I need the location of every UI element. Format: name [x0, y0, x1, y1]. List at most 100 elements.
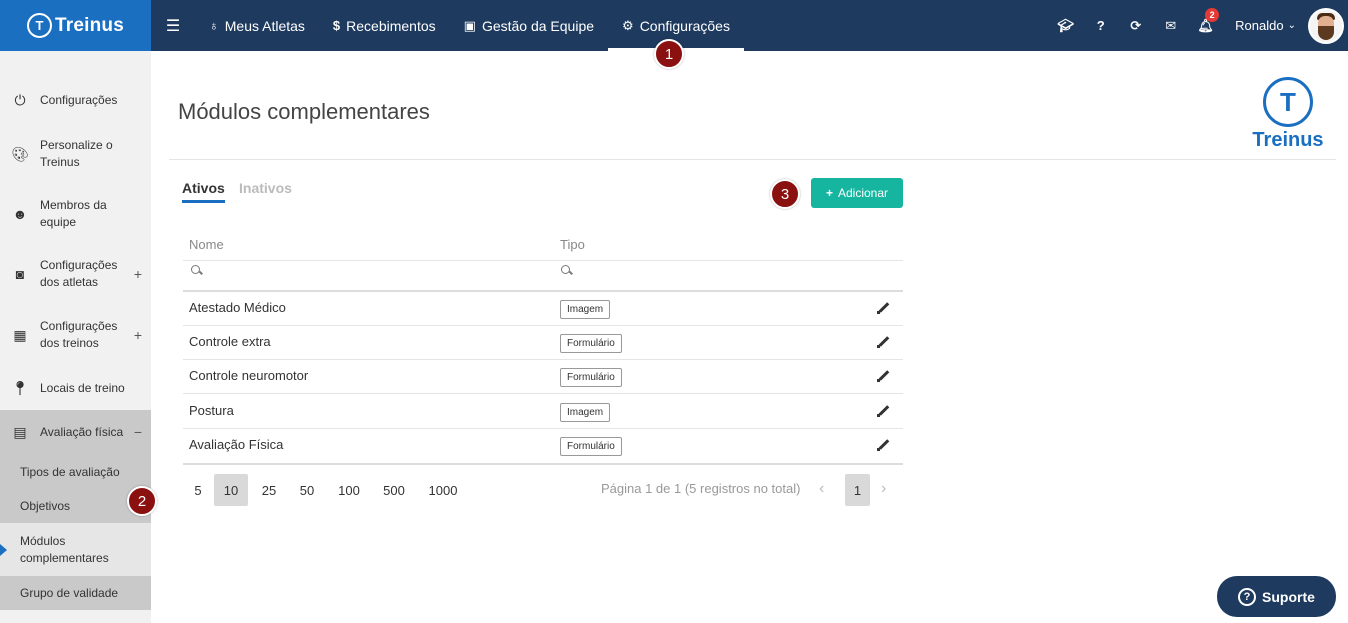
page-size-option[interactable]: 500: [378, 474, 410, 506]
sidebar-item-label: Configurações dos atletas: [40, 258, 118, 289]
sidebar-item-personalize[interactable]: 🎨︎ Personalize o Treinus: [0, 136, 151, 172]
athlete-badge-icon: ◙: [15, 265, 25, 282]
table-row: Postura Imagem: [183, 395, 903, 429]
nav-recebimentos[interactable]: $ Recebimentos: [319, 0, 450, 51]
table-footer-divider: [183, 463, 903, 465]
tab-inativos[interactable]: Inativos: [239, 180, 292, 196]
sidebar-item-membros[interactable]: ☻ Membros da equipe: [0, 196, 151, 232]
bell-icon[interactable]: 🔔︎ 2: [1188, 0, 1223, 51]
page-size-option-selected[interactable]: 10: [214, 474, 248, 506]
sidebar-item-config-treinos[interactable]: ▦ Configurações dos treinos +: [0, 317, 151, 353]
table-row: Atestado Médico Imagem: [183, 292, 903, 326]
edit-pencil-icon[interactable]: [875, 368, 891, 384]
help-circle-icon: ?: [1238, 587, 1257, 606]
column-header-nome[interactable]: Nome: [189, 237, 224, 252]
page-size-option[interactable]: 100: [333, 474, 365, 506]
power-icon: ⏻: [14, 91, 26, 108]
avatar[interactable]: [1308, 7, 1344, 44]
expand-plus-icon[interactable]: +: [134, 327, 142, 344]
mail-icon[interactable]: ✉: [1153, 0, 1188, 51]
column-header-tipo[interactable]: Tipo: [560, 237, 585, 252]
chevron-right-icon[interactable]: ›: [881, 480, 886, 498]
cell-nome: Atestado Médico: [189, 300, 286, 315]
team-icon: ☻: [12, 205, 28, 222]
sidebar-subitem-modulos[interactable]: Módulos complementares: [0, 523, 151, 576]
type-badge: Imagem: [560, 403, 611, 422]
treinus-logo-icon: T: [1263, 77, 1313, 127]
sidebar-subitem-label: Módulos complementares: [20, 533, 109, 565]
menu-toggle-icon[interactable]: ☰: [151, 0, 195, 51]
tab-ativos[interactable]: Ativos: [182, 180, 225, 203]
type-badge: Formulário: [560, 437, 622, 456]
chevron-down-icon[interactable]: ⌄: [1288, 20, 1296, 31]
add-button-label: Adicionar: [837, 186, 889, 200]
sidebar-item-avaliacao[interactable]: ▤ Avaliação física −: [0, 410, 151, 455]
step-marker-1: 1: [654, 39, 684, 69]
sidebar-item-locais[interactable]: 📍︎ Locais de treino: [0, 371, 151, 405]
pagination-info: Página 1 de 1 (5 registros no total): [601, 481, 801, 496]
dollar-icon: $: [332, 18, 341, 33]
id-card-icon: ▣: [463, 17, 476, 33]
sync-icon[interactable]: ⟳: [1118, 0, 1153, 51]
help-icon[interactable]: ?: [1083, 0, 1118, 51]
treinus-logo: T Treinus: [1247, 77, 1329, 153]
graduation-cap-icon[interactable]: 🎓︎: [1048, 0, 1083, 51]
divider: [169, 159, 1336, 160]
sidebar-subitem-grupo[interactable]: Grupo de validade: [0, 576, 151, 610]
cell-nome: Controle extra: [189, 334, 271, 349]
chevron-left-icon[interactable]: ‹: [819, 480, 824, 498]
cell-nome: Postura: [189, 403, 234, 418]
sidebar-subitem-label: Tipos de avaliação: [20, 464, 120, 479]
search-icon[interactable]: [561, 265, 573, 277]
table-row: Controle extra Formulário: [183, 326, 903, 360]
brand-name: Treinus: [55, 14, 124, 36]
notification-badge: 2: [1205, 8, 1220, 22]
nav-label: Configurações: [639, 17, 730, 34]
page-size-option[interactable]: 50: [293, 474, 321, 506]
sidebar-item-label: Membros da equipe: [40, 198, 107, 229]
sidebar-item-config-atletas[interactable]: ◙ Configurações dos atletas +: [0, 256, 151, 292]
filter-row-divider: [183, 260, 903, 261]
sidebar-subitem-tipos[interactable]: Tipos de avaliação: [0, 455, 151, 489]
gears-icon: ⚙: [622, 17, 634, 33]
edit-pencil-icon[interactable]: [875, 334, 891, 350]
table-gear-icon: ▦: [13, 326, 27, 343]
sidebar-item-label: Personalize o Treinus: [40, 138, 113, 169]
plus-icon: +: [825, 186, 833, 200]
table-row: Controle neuromotor Formulário: [183, 360, 903, 394]
edit-pencil-icon[interactable]: [875, 300, 891, 316]
location-pin-icon: 📍︎: [11, 379, 29, 396]
step-marker-2: 2: [127, 486, 157, 516]
ruler-icon: ▤: [13, 424, 27, 440]
page-size-option[interactable]: 1000: [423, 474, 463, 506]
nav-gestao-equipe[interactable]: ▣ Gestão da Equipe: [450, 0, 608, 51]
sidebar-item-label: Locais de treino: [40, 380, 125, 395]
brand-logo[interactable]: T Treinus: [0, 0, 151, 51]
main-nav: ☰ ♁ Meus Atletas $ Recebimentos ▣ Gestão…: [151, 0, 744, 51]
nav-meus-atletas[interactable]: ♁ Meus Atletas: [195, 0, 319, 51]
table-row: Avaliação Física Formulário: [183, 429, 903, 463]
page-size-option[interactable]: 5: [187, 474, 209, 506]
type-badge: Formulário: [560, 368, 622, 387]
sidebar: ⏻ Configurações 🎨︎ Personalize o Treinus…: [0, 51, 151, 623]
palette-icon: 🎨︎: [11, 145, 29, 162]
nav-label: Meus Atletas: [224, 17, 305, 34]
sidebar-item-configuracoes[interactable]: ⏻ Configurações: [0, 83, 151, 117]
sidebar-item-label: Avaliação física: [40, 425, 124, 439]
page-number-current[interactable]: 1: [845, 474, 870, 506]
sidebar-item-label: Configurações dos treinos: [40, 319, 118, 350]
edit-pencil-icon[interactable]: [875, 437, 891, 453]
expand-plus-icon[interactable]: +: [134, 266, 142, 283]
type-badge: Formulário: [560, 334, 622, 353]
support-button[interactable]: ? Suporte: [1217, 576, 1336, 617]
add-button[interactable]: + Adicionar: [811, 178, 903, 208]
treinus-logo-text: Treinus: [1252, 129, 1324, 151]
page-title: Módulos complementares: [178, 99, 430, 124]
page-size-option[interactable]: 25: [255, 474, 283, 506]
sidebar-subitem-label: Grupo de validade: [20, 585, 119, 600]
user-name[interactable]: Ronaldo: [1235, 18, 1283, 33]
search-icon[interactable]: [191, 265, 203, 277]
cell-nome: Controle neuromotor: [189, 368, 309, 383]
collapse-minus-icon[interactable]: −: [134, 424, 142, 441]
edit-pencil-icon[interactable]: [875, 403, 891, 419]
